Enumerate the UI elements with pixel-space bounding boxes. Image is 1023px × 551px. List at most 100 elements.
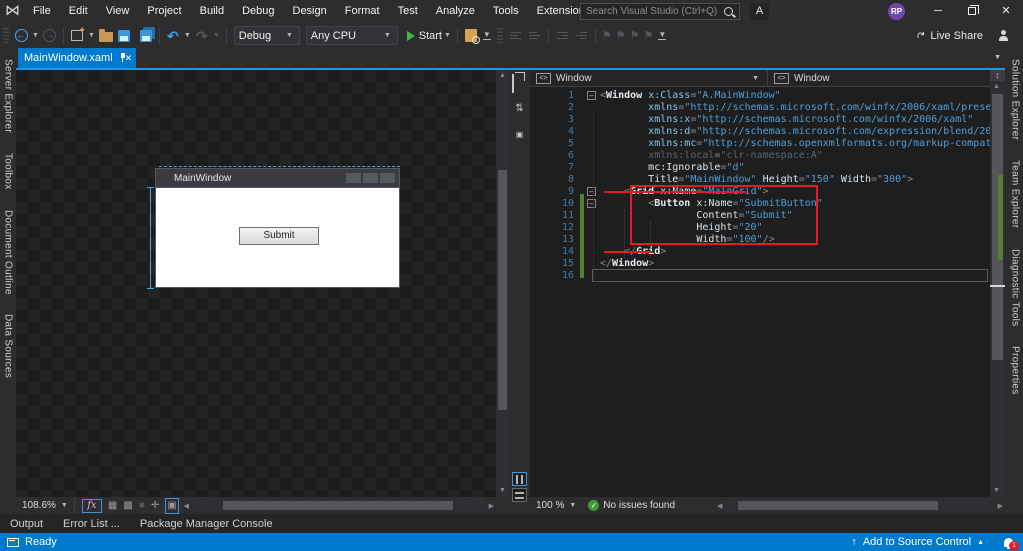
code-line-1[interactable]: <Window x:Class="A.MainWindow" (600, 90, 1005, 102)
toolbar-grip-2[interactable] (496, 28, 503, 43)
clear-bookmarks-icon[interactable]: ⚑ (643, 29, 653, 42)
notifications-bell-icon[interactable]: 1 (1004, 537, 1019, 551)
effects-toggle-button[interactable]: fx (81, 498, 102, 513)
scroll-up-icon[interactable]: ▲ (990, 81, 1003, 93)
undo-dropdown-caret[interactable]: ▼ (182, 32, 193, 39)
xaml-code-editor[interactable]: <> Window ▼ <> Window ▼ 1234567891011121… (530, 70, 1005, 497)
menu-tools[interactable]: Tools (484, 0, 528, 23)
tool-tab-data-sources[interactable]: Data Sources (3, 303, 14, 387)
menu-file[interactable]: File (24, 0, 60, 23)
show-grid-icon[interactable]: ▦ (108, 499, 117, 513)
editor-zoom-value[interactable]: 100 % (530, 500, 567, 511)
code-line-14[interactable]: </Grid> (600, 246, 1005, 258)
tool-tab-server-explorer[interactable]: Server Explorer (3, 48, 14, 142)
avatar[interactable]: RP (888, 3, 905, 20)
designer-scroll-right-icon[interactable]: ▶ (487, 502, 496, 510)
designer-scroll-left-icon[interactable]: ◀ (182, 502, 191, 510)
code-line-4[interactable]: xmlns:d="http://schemas.microsoft.com/ex… (600, 126, 1005, 138)
profile-letter-badge[interactable]: A (750, 3, 769, 20)
designer-hscroll-thumb[interactable] (223, 501, 454, 510)
sync-selection-icon[interactable]: ▣ (165, 497, 179, 514)
toolbar-overflow-button-2[interactable]: ▼ (658, 31, 667, 40)
code-line-5[interactable]: xmlns:mc="http://schemas.openxmlformats.… (600, 138, 1005, 150)
navigate-forward-button[interactable]: → (41, 26, 59, 46)
menu-analyze[interactable]: Analyze (427, 0, 484, 23)
comment-icon[interactable] (509, 30, 522, 42)
code-line-3[interactable]: xmlns:x="http://schemas.microsoft.com/wi… (600, 114, 1005, 126)
swap-panes-icon[interactable] (512, 74, 514, 93)
restore-button[interactable] (955, 0, 989, 23)
tool-tab-document-outline[interactable]: Document Outline (3, 199, 14, 304)
code-line-2[interactable]: xmlns="http://schemas.microsoft.com/winf… (600, 102, 1005, 114)
fold-collapse-icon-line-1[interactable]: – (587, 91, 596, 100)
tab-mainwindow-xaml[interactable]: MainWindow.xaml ✕ (18, 48, 136, 68)
horizontal-split-button[interactable] (512, 488, 527, 502)
redo-button[interactable]: ↷ (193, 26, 211, 46)
save-button[interactable] (115, 26, 133, 46)
outdent-icon[interactable] (575, 30, 588, 42)
save-all-button[interactable] (137, 26, 155, 46)
issues-status[interactable]: No issues found (603, 500, 675, 511)
code-line-7[interactable]: mc:Ignorable="d" (600, 162, 1005, 174)
bookmark-icon[interactable]: ⚑ (602, 29, 612, 42)
editor-scroll-right-icon[interactable]: ▶ (996, 502, 1005, 510)
tool-tab-team-explorer[interactable]: Team Explorer (1010, 149, 1021, 237)
undo-button[interactable]: ↶ (164, 26, 182, 46)
toolbar-grip[interactable] (3, 28, 9, 43)
snaplines-icon[interactable]: ✛ (151, 499, 159, 513)
menu-view[interactable]: View (97, 0, 139, 23)
code-line-6[interactable]: xmlns:local="clr-namespace:A" (600, 150, 1005, 162)
menu-design[interactable]: Design (284, 0, 336, 23)
fold-collapse-icon-line-9[interactable]: – (587, 187, 596, 196)
menu-project[interactable]: Project (138, 0, 190, 23)
editor-scroll-left-icon[interactable]: ◀ (715, 502, 724, 510)
new-project-button[interactable] (68, 25, 86, 46)
tool-tab-diagnostic-tools[interactable]: Diagnostic Tools (1010, 238, 1021, 335)
snap-grid-icon[interactable]: ▩ (123, 499, 132, 513)
toolbar-overflow-button[interactable]: ▼ (482, 31, 491, 40)
close-button[interactable]: ✕ (989, 0, 1023, 23)
back-dropdown-caret[interactable]: ▼ (30, 32, 41, 39)
source-control-caret[interactable]: ▲ (977, 539, 984, 546)
fold-collapse-icon-line-10[interactable]: – (587, 199, 596, 208)
menu-debug[interactable]: Debug (233, 0, 283, 23)
search-box[interactable]: Search Visual Studio (Ctrl+Q) (580, 3, 740, 20)
editor-zoom-caret[interactable]: ▼ (567, 502, 578, 509)
new-project-dropdown-caret[interactable]: ▼ (86, 32, 97, 39)
designer-zoom-value[interactable]: 108.6% (16, 500, 59, 511)
menu-edit[interactable]: Edit (60, 0, 97, 23)
next-bookmark-icon[interactable]: ⚑ (630, 29, 640, 42)
tool-tab-toolbox[interactable]: Toolbox (3, 142, 14, 199)
xaml-designer-surface[interactable]: MainWindow Submit (16, 70, 496, 497)
indent-icon[interactable] (556, 30, 569, 42)
panel-tab-output[interactable]: Output (0, 518, 53, 530)
designer-code-splitter[interactable]: ⇅ ▣ (509, 70, 530, 514)
ruler-icon[interactable]: ■ (139, 499, 145, 513)
vertical-swap-icon[interactable]: ⇅ (512, 102, 527, 116)
configuration-dropdown[interactable]: Debug ▼ (233, 26, 300, 45)
menu-test[interactable]: Test (389, 0, 427, 23)
previous-bookmark-icon[interactable]: ⚑ (616, 29, 626, 42)
live-share-button[interactable]: ↷ Live Share (915, 28, 983, 43)
minimize-button[interactable]: ─ (921, 0, 955, 23)
split-window-handle[interactable]: ↕ (990, 70, 1005, 81)
preview-submit-button[interactable]: Submit (239, 227, 319, 245)
start-debug-button[interactable]: Start ▼ (406, 26, 453, 46)
menu-format[interactable]: Format (336, 0, 389, 23)
find-in-files-button[interactable] (462, 26, 480, 46)
scroll-up-icon[interactable]: ▲ (496, 70, 509, 82)
open-file-button[interactable] (97, 26, 115, 46)
scroll-down-icon[interactable]: ▼ (496, 485, 509, 497)
panel-tab-error-list[interactable]: Error List ... (53, 518, 130, 530)
feedback-button[interactable] (995, 26, 1013, 46)
tool-tab-properties[interactable]: Properties (1010, 335, 1021, 404)
tab-close-icon[interactable]: ✕ (125, 53, 133, 64)
tool-tab-solution-explorer[interactable]: Solution Explorer (1010, 48, 1021, 149)
collapse-pane-icon[interactable]: ▣ (512, 128, 527, 142)
breadcrumb-left-dropdown[interactable]: <> Window ▼ (530, 70, 768, 86)
redo-dropdown-caret[interactable]: ▼ (211, 32, 222, 39)
platform-dropdown[interactable]: Any CPU ▼ (305, 26, 398, 45)
uncomment-icon[interactable] (528, 30, 541, 42)
editor-horizontal-scrollbar[interactable] (726, 500, 994, 511)
designer-scrollbar-thumb[interactable] (498, 170, 507, 410)
